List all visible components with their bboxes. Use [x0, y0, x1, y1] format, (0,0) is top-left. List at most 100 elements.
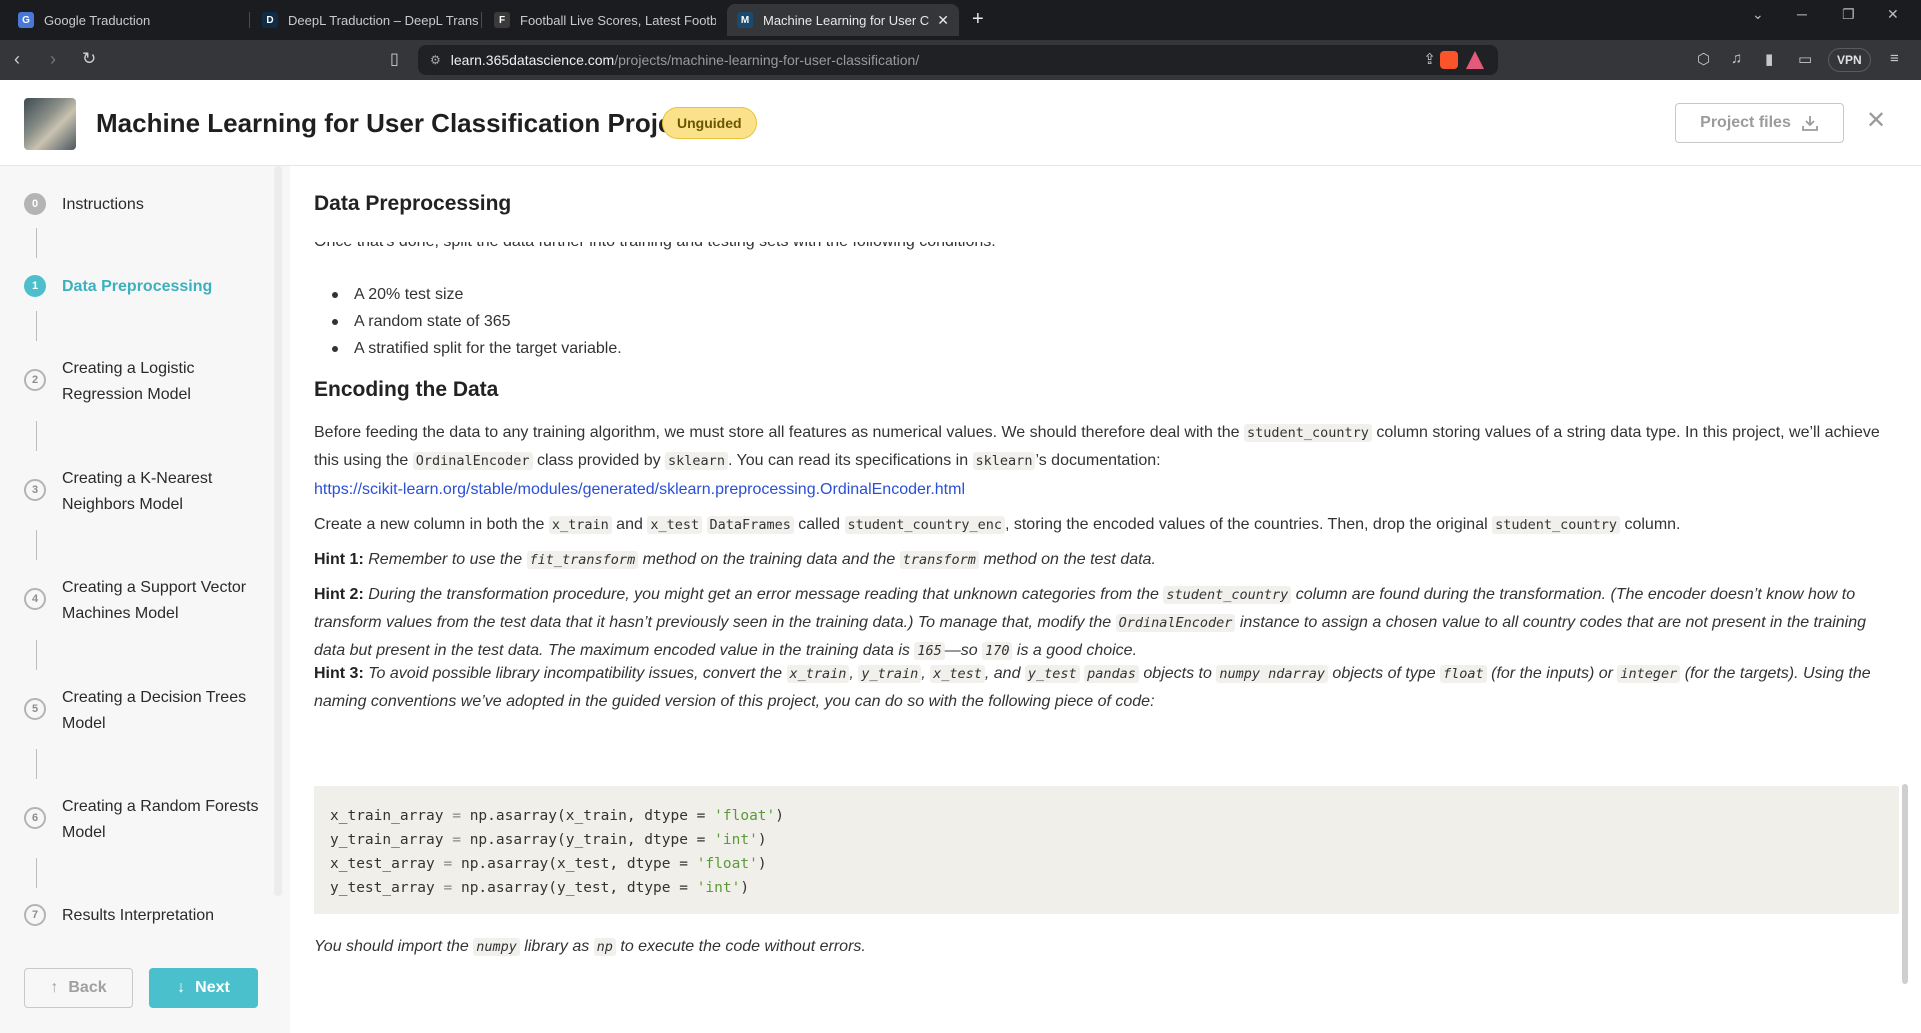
menu-icon[interactable]: ≡	[1890, 50, 1899, 67]
brave-rewards-icon[interactable]	[1466, 51, 1484, 69]
project-thumbnail	[24, 98, 76, 150]
text: to execute the code without errors.	[615, 938, 866, 955]
wallet-icon[interactable]: ▭	[1798, 50, 1812, 68]
restore-window-icon[interactable]: ❐	[1842, 6, 1855, 23]
close-window-icon[interactable]: ✕	[1887, 6, 1899, 23]
step-number: 1	[24, 275, 46, 297]
content-scrollbar[interactable]	[1902, 784, 1908, 984]
step-label: Instructions	[62, 196, 144, 213]
reload-icon[interactable]: ↻	[82, 48, 96, 70]
text: ’s documentation:	[1035, 452, 1161, 469]
inline-code: x_train	[548, 516, 612, 534]
tab-list-chevron-icon[interactable]: ⌄	[1752, 6, 1764, 23]
back-button[interactable]: ↑ Back	[24, 968, 133, 1008]
hint-3: Hint 3: To avoid possible library incomp…	[314, 660, 1899, 715]
inline-code: integer	[1617, 665, 1681, 683]
sidebar-step-data-preprocessing[interactable]: 1 Data Preprocessing	[24, 274, 262, 300]
inline-code: x_test	[930, 665, 985, 683]
code-block[interactable]: x_train_array = np.asarray(x_train, dtyp…	[314, 786, 1899, 914]
url-path: /projects/machine-learning-for-user-clas…	[614, 52, 920, 68]
step-connector	[36, 311, 37, 341]
step-number: 3	[24, 479, 46, 501]
brave-shields-icon[interactable]	[1440, 51, 1458, 69]
inline-code: y_test	[1024, 665, 1080, 683]
step-label: Data Preprocessing	[62, 278, 213, 295]
sidebar-step-random-forests[interactable]: 6 Creating a Random Forests Model	[24, 794, 262, 846]
inline-code: student_country_enc	[844, 516, 1005, 534]
text: and	[611, 516, 648, 533]
extensions-icon[interactable]: ⬡	[1697, 50, 1710, 68]
code-op: =	[443, 856, 453, 872]
text: During the transformation procedure, you…	[368, 586, 1164, 603]
browser-tab-google-translate[interactable]: G Google Traduction	[8, 4, 246, 36]
inline-code: numpy ndarray	[1216, 665, 1328, 683]
vpn-button[interactable]: VPN	[1828, 48, 1871, 72]
bookmark-icon[interactable]: ▯	[390, 49, 399, 69]
inline-code: student_country	[1163, 586, 1292, 604]
back-arrow-icon[interactable]: ‹	[14, 48, 20, 70]
step-label: Creating a Support Vector Machines Model	[62, 579, 247, 622]
project-files-button[interactable]: Project files	[1675, 103, 1844, 143]
docs-link-paragraph: https://scikit-learn.org/stable/modules/…	[314, 476, 1899, 503]
sidebar-scrollbar[interactable]	[274, 166, 282, 896]
clipped-paragraph: Once that's done, split the data further…	[314, 242, 1514, 252]
text: , storing the encoded values of the coun…	[1004, 516, 1493, 533]
site-settings-icon[interactable]: ⚙	[430, 53, 441, 67]
new-column-paragraph: Create a new column in both the x_train …	[314, 511, 1899, 539]
step-connector	[36, 640, 37, 670]
steps-sidebar: 0 Instructions 1 Data Preprocessing 2 Cr…	[0, 166, 290, 1033]
step-label: Creating a Random Forests Model	[62, 798, 259, 841]
browser-toolbar: ‹ › ↻ ▯ ⚙ learn.365datascience.com /proj…	[0, 40, 1921, 80]
tab-title: Google Traduction	[44, 12, 151, 28]
ordinal-encoder-docs-link[interactable]: https://scikit-learn.org/stable/modules/…	[314, 481, 965, 498]
sidebar-step-logistic-regression[interactable]: 2 Creating a Logistic Regression Model	[24, 356, 262, 408]
code-close: )	[775, 808, 784, 824]
browser-tab-deepl[interactable]: D DeepL Traduction – DeepL Translate	[252, 4, 478, 36]
browser-tab-machine-learning[interactable]: M Machine Learning for User Class ✕	[727, 4, 959, 36]
step-label: Creating a K-Nearest Neighbors Model	[62, 470, 213, 513]
step-connector	[36, 228, 37, 258]
new-tab-button[interactable]: +	[972, 8, 984, 30]
text: ,	[921, 665, 931, 682]
sidebar-toggle-icon[interactable]: ▮	[1765, 50, 1773, 68]
instructions-content: Data Preprocessing Once that's done, spl…	[290, 166, 1921, 1033]
text: Remember to use the	[368, 551, 527, 568]
text: method on the training data and the	[638, 551, 900, 568]
tab-title: Football Live Scores, Latest Football	[520, 12, 716, 28]
inline-code: sklearn	[665, 452, 728, 470]
browser-tab-football[interactable]: F Football Live Scores, Latest Football	[484, 4, 716, 36]
sidebar-step-decision-trees[interactable]: 5 Creating a Decision Trees Model	[24, 685, 262, 737]
next-button[interactable]: ↓ Next	[149, 968, 258, 1008]
text: library as	[519, 938, 594, 955]
code-op: =	[443, 880, 453, 896]
step-connector	[36, 530, 37, 560]
list-item: A 20% test size	[314, 281, 622, 308]
code-op: =	[452, 808, 461, 824]
address-bar[interactable]: ⚙ learn.365datascience.com /projects/mac…	[418, 45, 1498, 75]
inline-code: sklearn	[972, 452, 1036, 470]
arrow-down-icon: ↓	[177, 979, 186, 996]
inline-code: float	[1440, 665, 1487, 683]
sidebar-step-svm[interactable]: 4 Creating a Support Vector Machines Mod…	[24, 575, 262, 627]
sidebar-step-instructions[interactable]: 0 Instructions	[24, 192, 262, 218]
project-header: Machine Learning for User Classification…	[0, 80, 1921, 166]
share-icon[interactable]: ⇪	[1423, 50, 1436, 68]
minimize-window-icon[interactable]: ─	[1797, 6, 1807, 22]
forward-arrow-icon[interactable]: ›	[50, 48, 56, 70]
code-line: y_train_array = np.asarray(y_train, dtyp…	[330, 828, 1883, 852]
unguided-badge: Unguided	[662, 107, 757, 139]
sidebar-step-results[interactable]: 7 Results Interpretation	[24, 903, 262, 929]
code-line: x_test_array = np.asarray(x_test, dtype …	[330, 852, 1883, 876]
browser-tab-bar: G Google Traduction D DeepL Traduction –…	[0, 0, 1921, 40]
text: called	[793, 516, 845, 533]
close-project-button[interactable]: ✕	[1866, 108, 1886, 134]
step-number: 2	[24, 369, 46, 391]
365-favicon-icon: M	[737, 12, 753, 28]
next-label: Next	[195, 979, 230, 996]
hint-1: Hint 1: Remember to use the fit_transfor…	[314, 546, 1899, 574]
text: column.	[1620, 516, 1681, 533]
media-icon[interactable]: ♫	[1731, 50, 1742, 67]
sidebar-step-knn[interactable]: 3 Creating a K-Nearest Neighbors Model	[24, 466, 262, 518]
import-note: You should import the numpy library as n…	[314, 933, 1899, 961]
close-tab-icon[interactable]: ✕	[929, 12, 949, 29]
